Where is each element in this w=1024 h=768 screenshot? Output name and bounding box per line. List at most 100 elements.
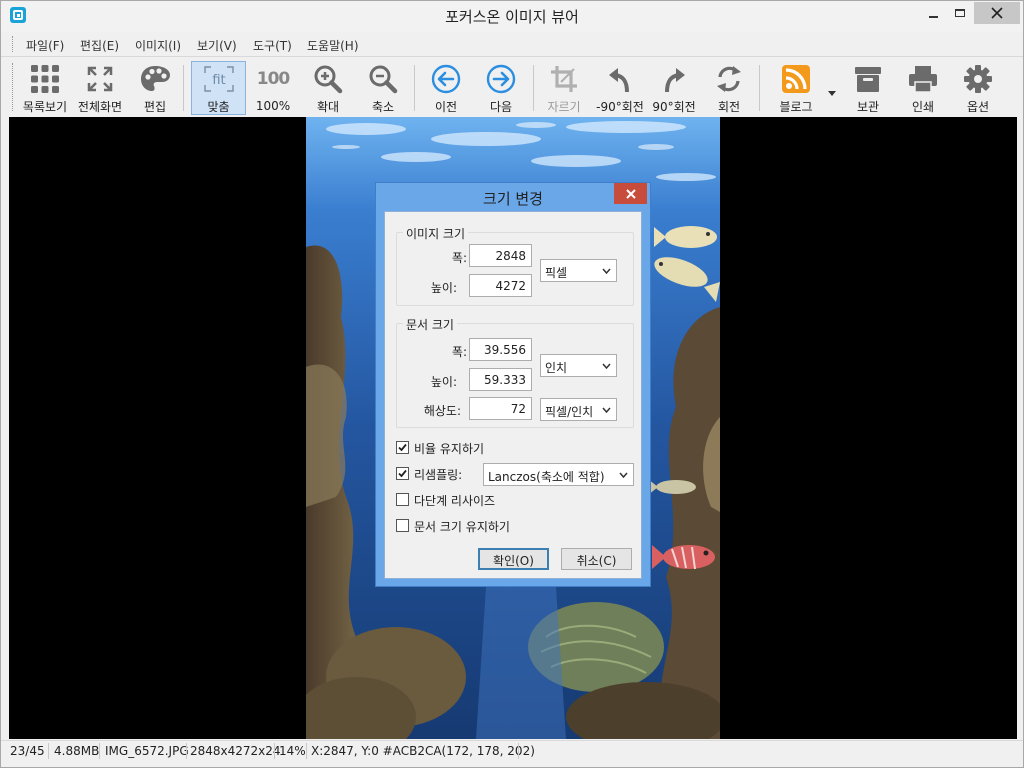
minimize-icon bbox=[928, 16, 938, 18]
fullscreen-button[interactable]: 전체화면 bbox=[73, 61, 127, 115]
toolbar-separator bbox=[183, 65, 184, 111]
next-button[interactable]: 다음 bbox=[479, 61, 523, 115]
status-separator bbox=[48, 743, 49, 759]
status-separator bbox=[186, 743, 187, 759]
toolbar-label: 보관 bbox=[856, 100, 880, 114]
crop-button[interactable]: 자르기 bbox=[542, 61, 586, 115]
status-separator bbox=[518, 743, 519, 759]
status-bar-footer bbox=[1, 761, 1023, 767]
crop-icon bbox=[544, 63, 584, 94]
edit-button[interactable]: 편집 bbox=[133, 61, 177, 115]
image-size-group: 이미지 크기 폭: 2848 높이: 4272 픽셀 bbox=[396, 225, 634, 306]
actual-size-button[interactable]: 100 100% bbox=[251, 61, 295, 115]
maximize-button[interactable] bbox=[947, 2, 973, 24]
resample-method-select[interactable]: Lanczos(축소에 적합) bbox=[483, 463, 634, 486]
file-name: IMG_6572.JPG bbox=[105, 744, 189, 758]
rotate-icon bbox=[709, 63, 749, 94]
window-title: 포커스온 이미지 뷰어 bbox=[445, 8, 579, 26]
toolbar: 목록보기 전체화면 편집 fit 맞춤 100 100% 확대 축소 이전 다음… bbox=[1, 57, 1023, 117]
rotate-button[interactable]: 회전 bbox=[707, 61, 751, 115]
app-window: 포커스온 이미지 뷰어 파일(F) 편집(E) 이미지(I) 보기(V) 도구(… bbox=[0, 0, 1024, 768]
ok-button[interactable]: 확인(O) bbox=[478, 548, 549, 570]
menu-edit[interactable]: 편집(E) bbox=[80, 37, 119, 54]
toolbar-label: 전체화면 bbox=[77, 100, 123, 114]
title-bar[interactable]: 포커스온 이미지 뷰어 bbox=[1, 1, 1023, 32]
fit-icon: fit bbox=[199, 64, 239, 94]
chevron-down-icon bbox=[602, 407, 611, 413]
keep-doc-size-label[interactable]: 문서 크기 유지하기 bbox=[414, 518, 510, 535]
select-value: 픽셀/인치 bbox=[545, 405, 594, 419]
toolbar-separator bbox=[414, 65, 415, 111]
image-dimensions: 2848x4272x24 bbox=[190, 744, 281, 758]
checkmark-icon bbox=[398, 469, 407, 478]
minimize-button[interactable] bbox=[919, 2, 947, 24]
resolution-input[interactable]: 72 bbox=[469, 397, 532, 420]
keep-doc-size-checkbox[interactable] bbox=[396, 519, 409, 532]
rotate-right-button[interactable]: 90°회전 bbox=[651, 61, 697, 115]
fullscreen-icon bbox=[80, 63, 120, 94]
menu-view[interactable]: 보기(V) bbox=[197, 37, 237, 54]
archive-button[interactable]: 보관 bbox=[845, 61, 891, 115]
options-button[interactable]: 옵션 bbox=[955, 61, 1001, 115]
blog-button[interactable]: 블로그 bbox=[771, 61, 821, 115]
toolbar-label: 옵션 bbox=[966, 100, 990, 114]
toolbar-label: -90°회전 bbox=[596, 100, 644, 114]
image-width-input[interactable]: 2848 bbox=[469, 244, 532, 267]
status-separator bbox=[306, 743, 307, 759]
chevron-down-icon bbox=[602, 363, 611, 369]
print-button[interactable]: 인쇄 bbox=[900, 61, 946, 115]
toolbar-separator bbox=[759, 65, 760, 111]
resolution-unit-select[interactable]: 픽셀/인치 bbox=[540, 398, 617, 421]
previous-icon bbox=[426, 63, 466, 94]
menu-file[interactable]: 파일(F) bbox=[26, 37, 64, 54]
doc-unit-select[interactable]: 인치 bbox=[540, 354, 617, 377]
group-title: 이미지 크기 bbox=[403, 225, 469, 242]
toolbar-label: 맞춤 bbox=[207, 100, 230, 114]
cancel-button[interactable]: 취소(C) bbox=[561, 548, 632, 570]
keep-ratio-label[interactable]: 비율 유지하기 bbox=[414, 440, 484, 457]
checkmark-icon bbox=[398, 443, 407, 452]
zoom-out-icon bbox=[363, 63, 403, 94]
rss-icon bbox=[776, 63, 816, 94]
fit-button[interactable]: fit 맞춤 bbox=[191, 61, 246, 115]
doc-width-input[interactable]: 39.556 bbox=[469, 338, 532, 361]
dialog-close-button[interactable] bbox=[614, 183, 647, 204]
toolbar-label: 자르기 bbox=[547, 100, 581, 114]
menu-image[interactable]: 이미지(I) bbox=[135, 37, 181, 54]
toolbar-label: 블로그 bbox=[779, 100, 813, 114]
resample-checkbox[interactable] bbox=[396, 467, 409, 480]
close-window-button[interactable] bbox=[974, 2, 1020, 24]
menu-grip bbox=[12, 36, 14, 52]
menu-tools[interactable]: 도구(T) bbox=[253, 37, 292, 54]
keep-ratio-checkbox[interactable] bbox=[396, 441, 409, 454]
doc-height-input[interactable]: 59.333 bbox=[469, 368, 532, 391]
toolbar-label: 확대 bbox=[316, 100, 340, 114]
printer-icon bbox=[903, 63, 943, 94]
toolbar-label: 축소 bbox=[371, 100, 395, 114]
group-title: 문서 크기 bbox=[403, 316, 457, 333]
rotate-left-icon bbox=[600, 63, 640, 94]
close-icon bbox=[991, 7, 1003, 19]
zoom-out-button[interactable]: 축소 bbox=[361, 61, 405, 115]
rotate-left-button[interactable]: -90°회전 bbox=[595, 61, 645, 115]
multistep-checkbox[interactable] bbox=[396, 493, 409, 506]
image-unit-select[interactable]: 픽셀 bbox=[540, 259, 617, 282]
zoom-in-button[interactable]: 확대 bbox=[306, 61, 350, 115]
select-value: Lanczos(축소에 적합) bbox=[488, 470, 605, 484]
toolbar-label: 인쇄 bbox=[911, 100, 935, 114]
image-index: 23/45 bbox=[10, 744, 45, 758]
menu-help[interactable]: 도움말(H) bbox=[307, 37, 359, 54]
blog-dropdown-arrow-icon[interactable] bbox=[828, 85, 836, 99]
list-view-button[interactable]: 목록보기 bbox=[18, 61, 72, 115]
pixel-info: X:2847, Y:0 #ACB2CA(172, 178, 202) bbox=[311, 744, 535, 758]
multistep-label[interactable]: 다단계 리사이즈 bbox=[414, 492, 495, 509]
previous-button[interactable]: 이전 bbox=[424, 61, 468, 115]
image-width-label: 폭: bbox=[451, 251, 467, 265]
status-separator bbox=[274, 743, 275, 759]
resize-dialog: 크기 변경 이미지 크기 폭: 2848 높이: 4272 픽셀 문서 크기 폭… bbox=[375, 182, 651, 587]
toolbar-label: 회전 bbox=[717, 100, 741, 114]
file-size: 4.88MB bbox=[54, 744, 100, 758]
select-value: 픽셀 bbox=[545, 266, 568, 280]
resample-label[interactable]: 리샘플링: bbox=[414, 466, 462, 483]
image-height-input[interactable]: 4272 bbox=[469, 274, 532, 297]
